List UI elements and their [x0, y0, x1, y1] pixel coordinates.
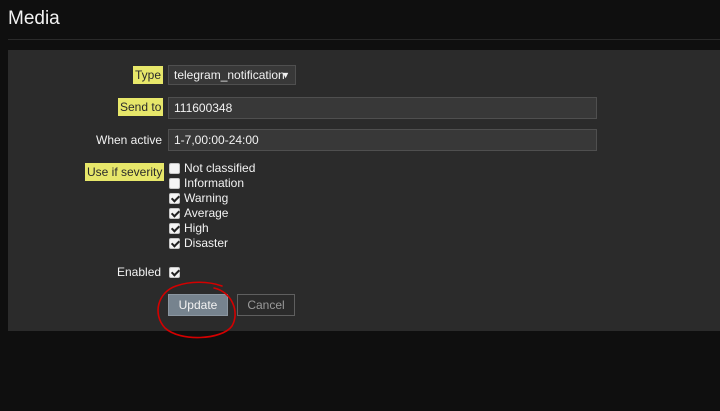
- when-active-label: When active: [96, 133, 163, 147]
- severity-option-disaster[interactable]: Disaster: [169, 236, 228, 250]
- cancel-button[interactable]: Cancel: [237, 294, 295, 316]
- checkbox-checked[interactable]: [169, 237, 180, 249]
- severity-option-warning[interactable]: Warning: [169, 191, 228, 205]
- severity-option-average[interactable]: Average: [169, 206, 228, 220]
- checkbox-checked[interactable]: [169, 207, 180, 219]
- when-active-input[interactable]: 1-7,00:00-24:00: [168, 129, 597, 151]
- enabled-checkbox[interactable]: [169, 266, 180, 278]
- enabled-option[interactable]: [169, 265, 180, 279]
- checkbox-checked[interactable]: [169, 192, 180, 204]
- severity-label: Use if severity: [85, 163, 165, 181]
- send-to-label: Send to: [118, 98, 164, 116]
- checkbox-checked[interactable]: [169, 222, 180, 234]
- page-title: Media: [8, 8, 60, 29]
- severity-option-not-classified[interactable]: Not classified: [169, 161, 255, 175]
- media-form-panel: [8, 50, 720, 331]
- enabled-label: Enabled: [117, 265, 162, 279]
- send-to-input[interactable]: 111600348: [168, 97, 597, 119]
- checkbox[interactable]: [169, 162, 180, 174]
- update-button[interactable]: Update: [168, 294, 228, 316]
- severity-option-high[interactable]: High: [169, 221, 209, 235]
- checkbox[interactable]: [169, 177, 180, 189]
- title-divider: [8, 39, 720, 40]
- type-select[interactable]: telegram_notification ▼: [168, 65, 296, 85]
- chevron-down-icon: ▼: [281, 70, 290, 80]
- severity-option-information[interactable]: Information: [169, 176, 244, 190]
- type-label: Type: [133, 66, 164, 84]
- type-select-value: telegram_notification: [174, 68, 285, 82]
